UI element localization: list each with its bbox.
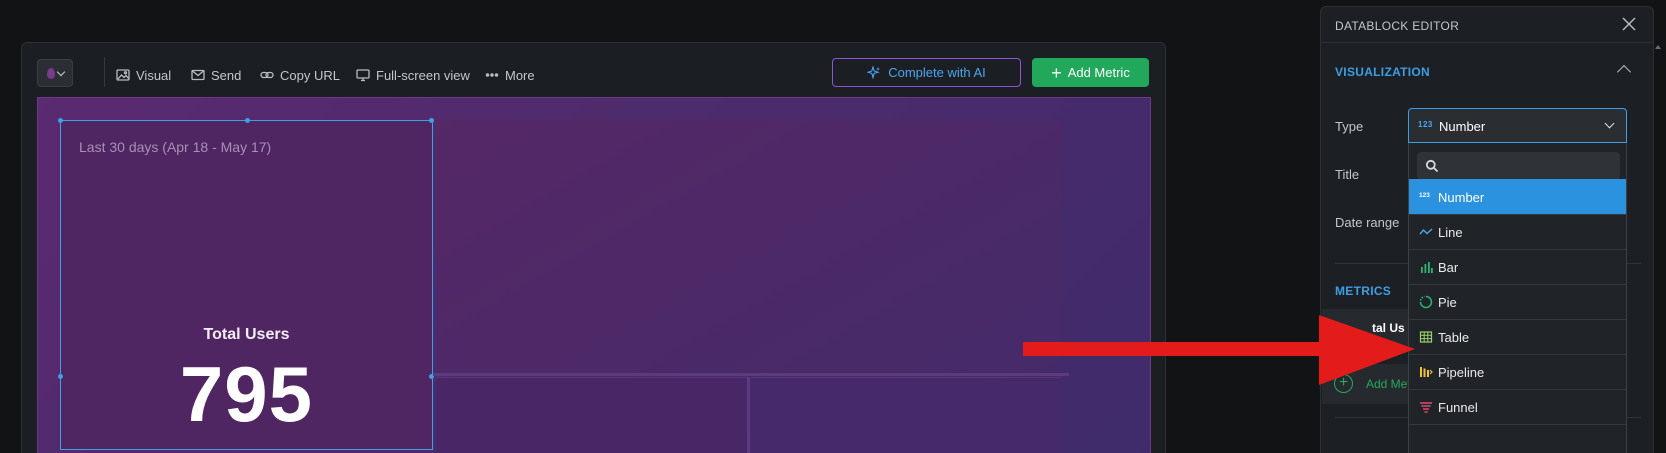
type-select-value: Number — [1439, 119, 1486, 134]
tile-separator-vertical — [747, 377, 750, 453]
type-label: Type — [1335, 119, 1364, 134]
editor-header: DATABLOCK EDITOR — [1321, 7, 1653, 43]
visual-label: Visual — [136, 67, 172, 83]
total-users-tile[interactable]: Last 30 days (Apr 18 - May 17) Total Use… — [58, 118, 434, 450]
fullscreen-label: Full-screen view — [376, 67, 470, 83]
svg-text:123: 123 — [1419, 192, 1430, 199]
arrow-shaft — [1023, 342, 1323, 356]
empty-tile-bottom-left[interactable] — [436, 377, 747, 453]
type-option-bar[interactable]: Bar — [1409, 249, 1626, 284]
type-option-pie[interactable]: Pie — [1409, 284, 1626, 319]
line-chart-icon — [1419, 228, 1433, 235]
metric-value: 795 — [179, 350, 314, 438]
type-option-label: Pipeline — [1438, 365, 1485, 380]
scrollbar-up-arrow[interactable] — [1655, 45, 1661, 49]
chevron-up-icon[interactable] — [1616, 64, 1632, 80]
copy-url-label: Copy URL — [280, 67, 340, 83]
annotation-arrow — [1023, 315, 1415, 385]
resize-handle-top[interactable] — [245, 118, 250, 123]
toolbar: Visual Send Copy URL Full-screen view Mo… — [22, 43, 1165, 97]
type-option-number[interactable]: 123 Number — [1409, 179, 1626, 214]
type-select[interactable]: 123 Number — [1408, 108, 1627, 143]
ai-label: Complete with AI — [888, 65, 986, 80]
type-option-label: Pie — [1438, 295, 1457, 310]
visualization-section-title[interactable]: VISUALIZATION — [1335, 65, 1430, 79]
sparkle-icon — [867, 65, 881, 79]
arrow-head — [1319, 315, 1415, 385]
date-range-label: Date range — [1335, 215, 1400, 230]
copy-url-button[interactable]: Copy URL — [260, 67, 340, 83]
type-option-label: Number — [1438, 190, 1485, 205]
number-icon: 123 — [1419, 192, 1430, 199]
type-option-table[interactable]: Table — [1409, 319, 1626, 354]
tile-separator — [433, 373, 1069, 376]
type-option-label: Table — [1438, 330, 1470, 345]
type-option-pipeline[interactable]: Pipeline — [1409, 354, 1626, 389]
empty-tile-top-right[interactable] — [436, 120, 1061, 373]
type-dropdown-menu: 123 Number Line Bar Pie Table Pipeline F… — [1408, 143, 1627, 453]
add-metric-button[interactable]: + Add Metric — [1032, 58, 1149, 87]
pie-chart-icon — [1419, 295, 1433, 309]
metric-title: Total Users — [203, 326, 290, 343]
color-picker-button[interactable] — [37, 59, 73, 87]
type-option-label: Funnel — [1438, 400, 1478, 415]
complete-with-ai-button[interactable]: Complete with AI — [832, 58, 1021, 87]
plus-icon: + — [1051, 62, 1062, 83]
resize-handle-tl[interactable] — [58, 118, 63, 123]
add-metric-label: Add Metric — [1067, 65, 1130, 80]
empty-tile-bottom-right[interactable] — [751, 377, 1061, 453]
chevron-down-icon — [56, 67, 65, 76]
number-icon: 123 — [1418, 120, 1433, 129]
toolbar-divider — [104, 57, 105, 87]
more-button[interactable]: More — [485, 67, 535, 83]
resize-handle-tr[interactable] — [429, 118, 434, 123]
close-icon[interactable] — [1621, 16, 1637, 32]
more-dots-icon — [485, 73, 499, 77]
editor-title: DATABLOCK EDITOR — [1335, 19, 1460, 33]
type-option-label: Line — [1438, 225, 1463, 240]
date-period-label: Last 30 days (Apr 18 - May 17) — [79, 139, 272, 155]
title-label: Title — [1335, 167, 1360, 182]
type-option-funnel[interactable]: Funnel — [1409, 389, 1626, 424]
send-button[interactable]: Send — [191, 67, 241, 83]
mail-icon — [191, 69, 205, 81]
type-option-more[interactable] — [1409, 424, 1626, 453]
more-label: More — [505, 67, 535, 83]
visual-button[interactable]: Visual — [116, 67, 171, 83]
type-option-label: Bar — [1438, 260, 1459, 275]
chevron-down-icon — [1604, 118, 1615, 129]
type-option-line[interactable]: Line — [1409, 214, 1626, 249]
monitor-icon — [356, 69, 370, 82]
dashboard-canvas: Last 30 days (Apr 18 - May 17) Total Use… — [37, 97, 1151, 453]
dropdown-search-input[interactable] — [1417, 152, 1620, 180]
image-icon — [116, 69, 130, 81]
metrics-section-title[interactable]: METRICS — [1335, 284, 1391, 298]
color-drop-icon — [46, 67, 55, 79]
search-icon — [1425, 159, 1439, 173]
funnel-icon — [1420, 402, 1432, 413]
bar-chart-icon — [1421, 262, 1433, 273]
dashboard-panel: Visual Send Copy URL Full-screen view Mo… — [21, 42, 1166, 453]
link-icon — [260, 71, 274, 79]
fullscreen-button[interactable]: Full-screen view — [356, 67, 470, 83]
send-label: Send — [211, 67, 242, 83]
